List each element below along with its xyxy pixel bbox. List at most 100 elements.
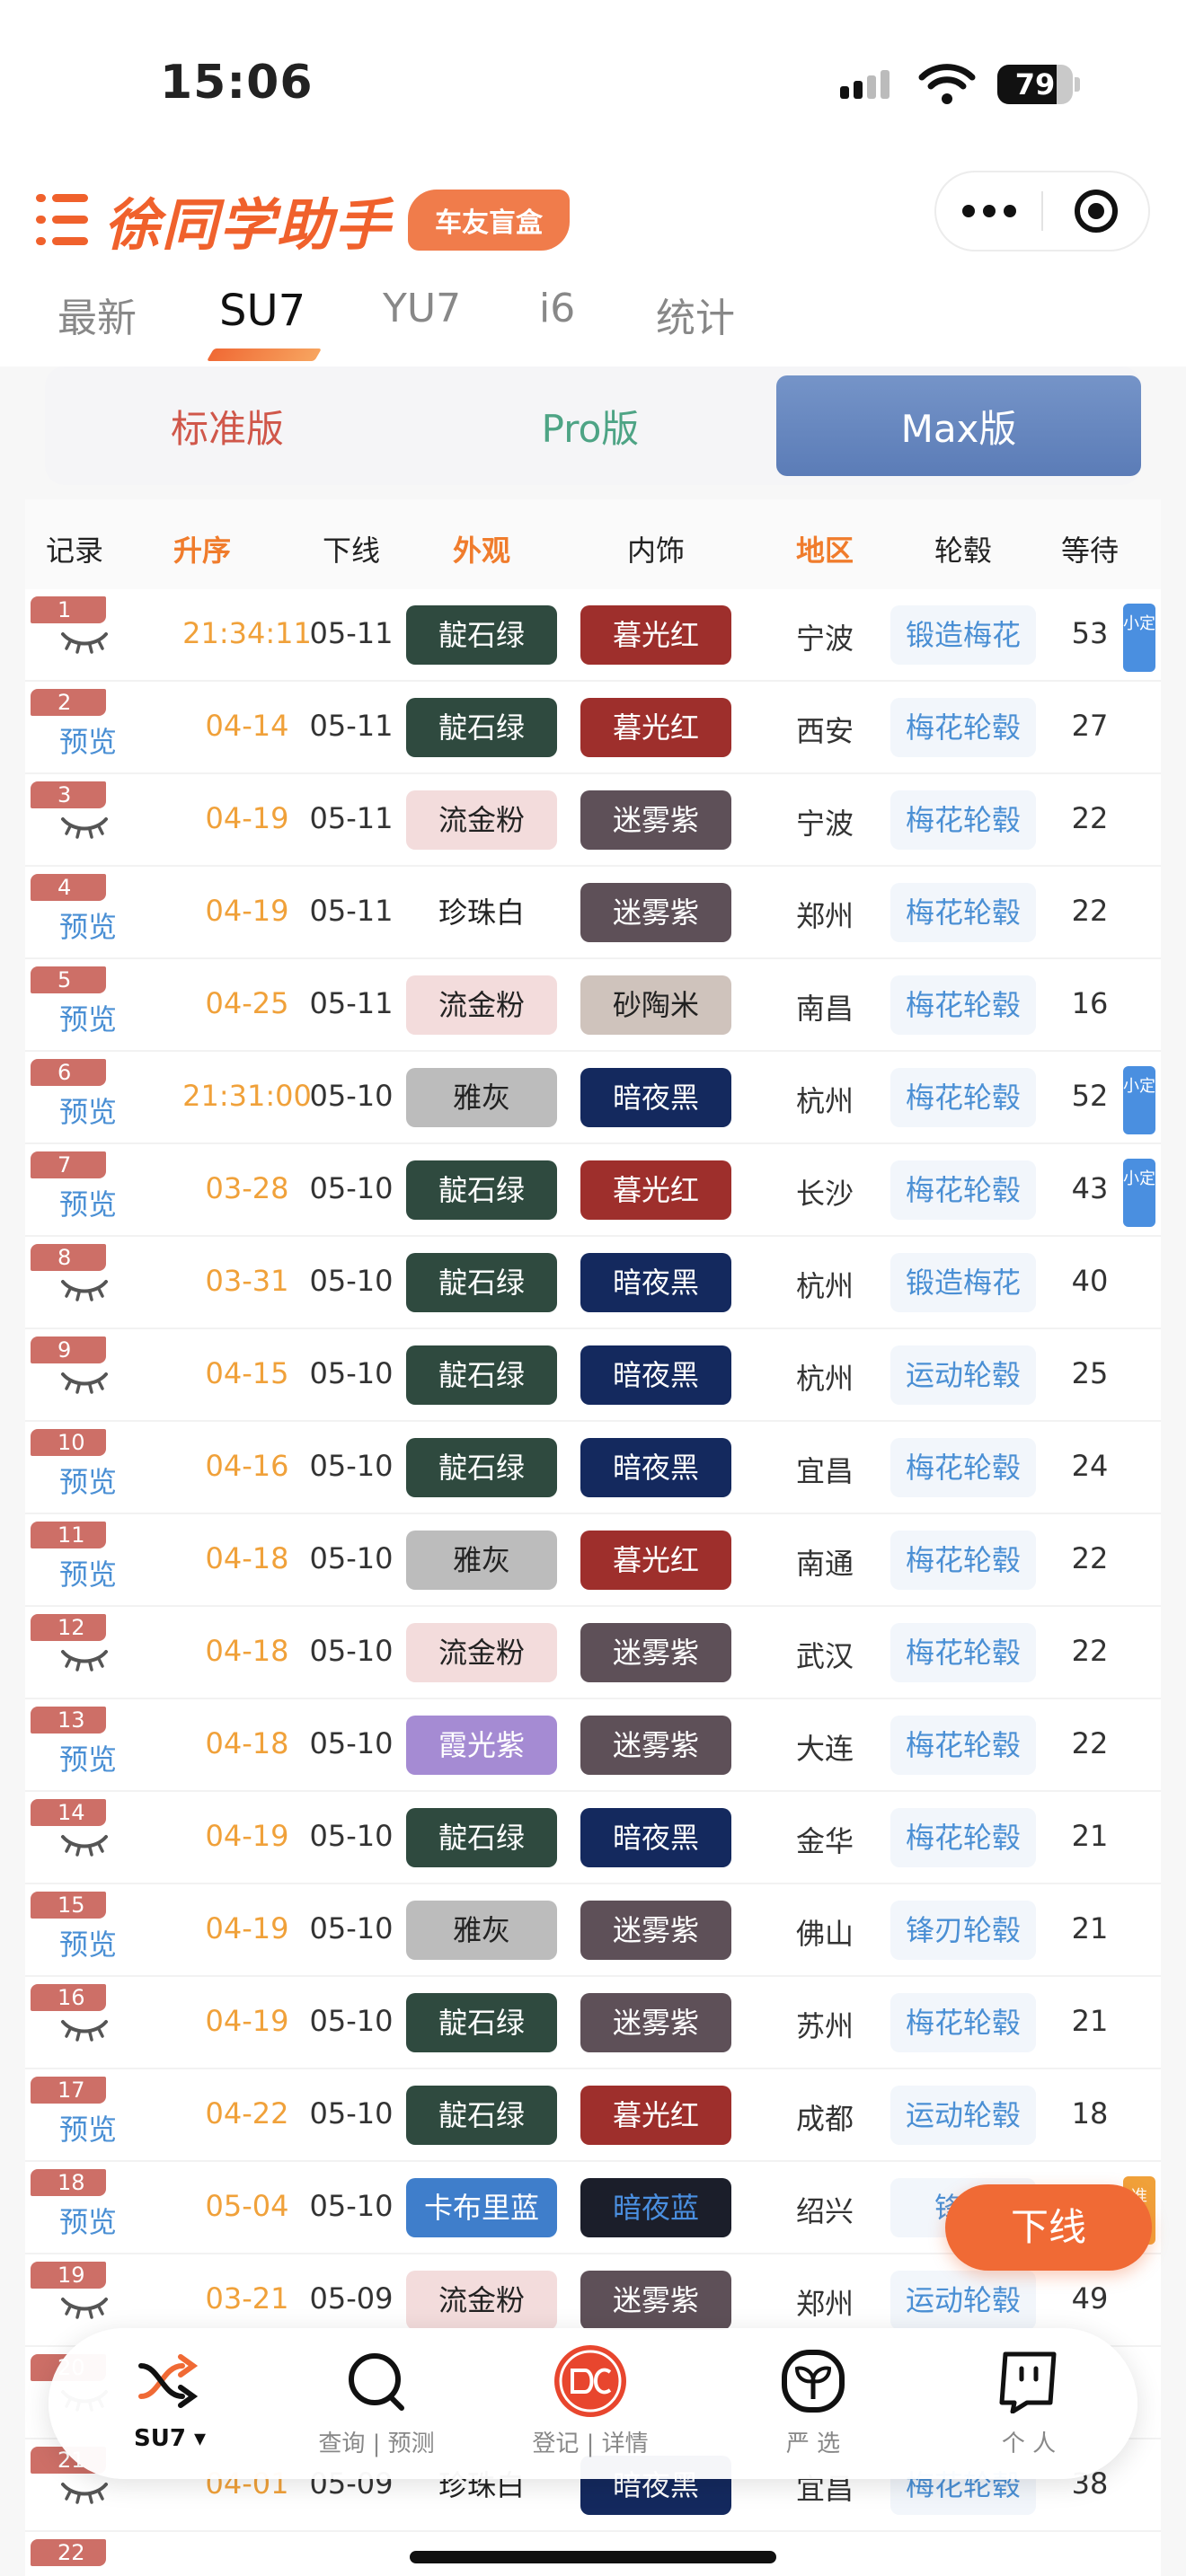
tab-su7[interactable]: SU7	[219, 286, 305, 336]
table-row[interactable]: 6 预览 21:31:00 05-10 雅灰 暗夜黑 杭州 梅花轮毂 52 小定	[25, 1052, 1161, 1144]
table-row[interactable]: 11 预览 04-18 05-10 雅灰 暮光红 南通 梅花轮毂 22	[25, 1514, 1161, 1607]
preview-link[interactable]: 预览	[59, 904, 158, 946]
table-row[interactable]: 9 04-15 05-10 靛石绿 暗夜黑 杭州 运动轮毂 25	[25, 1329, 1161, 1422]
col-wait[interactable]: 等待	[1058, 528, 1121, 569]
wheel-type[interactable]: 梅花轮毂	[890, 1808, 1036, 1867]
nav-query[interactable]: 查询 | 预测	[291, 2344, 462, 2458]
interior-color: 迷雾紫	[580, 2271, 731, 2330]
wait-days: 22	[1071, 894, 1109, 928]
table-row[interactable]: 3 04-19 05-11 流金粉 迷雾紫 宁波 梅花轮毂 22	[25, 774, 1161, 867]
col-sort-asc[interactable]: 升序	[153, 528, 252, 569]
preview-link[interactable]: 预览	[59, 1090, 158, 1131]
table-row[interactable]: 14 04-19 05-10 靛石绿 暗夜黑 金华 梅花轮毂 21	[25, 1792, 1161, 1884]
preview-link[interactable]: 预览	[59, 997, 158, 1038]
preview-link[interactable]: 预览	[59, 1460, 158, 1501]
exterior-color: 流金粉	[406, 790, 557, 850]
interior-color: 暮光红	[580, 1160, 731, 1220]
wheel-type[interactable]: 梅花轮毂	[890, 1438, 1036, 1497]
closed-eye-icon[interactable]	[59, 2477, 158, 2511]
closed-eye-icon[interactable]	[59, 1275, 158, 1309]
preview-link[interactable]: 预览	[59, 1737, 158, 1778]
preview-link[interactable]: 预览	[59, 2107, 158, 2148]
wheel-type[interactable]: 梅花轮毂	[890, 1993, 1036, 2052]
table-row[interactable]: 16 04-19 05-10 靛石绿 迷雾紫 苏州 梅花轮毂 21	[25, 1977, 1161, 2069]
nav-su7-label: SU7 ▾	[133, 2425, 207, 2452]
region: 杭州	[795, 1269, 854, 1303]
table-row[interactable]: 2 预览 04-14 05-11 靛石绿 暮光红 西安 梅花轮毂 27	[25, 682, 1161, 774]
tab-yu7[interactable]: YU7	[383, 286, 461, 331]
wheel-type[interactable]: 梅花轮毂	[890, 1716, 1036, 1775]
offline-date: 05-11	[309, 801, 394, 835]
closed-eye-icon[interactable]	[59, 627, 158, 661]
interior-color: 迷雾紫	[580, 1623, 731, 1682]
wheel-type[interactable]: 锻造梅花	[890, 605, 1036, 665]
wheel-type[interactable]: 梅花轮毂	[890, 1160, 1036, 1220]
wheel-type[interactable]: 运动轮毂	[890, 1345, 1036, 1405]
closed-eye-icon[interactable]	[59, 1830, 158, 1864]
version-standard[interactable]: 标准版	[45, 375, 410, 476]
region: 绍兴	[795, 2194, 854, 2228]
wheel-type[interactable]: 锋刃轮毂	[890, 1901, 1036, 1960]
col-exterior[interactable]: 外观	[406, 528, 557, 569]
table-row[interactable]: 1 21:34:11 05-11 靛石绿 暮光红 宁波 锻造梅花 53 小定	[25, 589, 1161, 682]
wheel-type[interactable]: 梅花轮毂	[890, 1068, 1036, 1127]
table-row[interactable]: 15 预览 04-19 05-10 雅灰 迷雾紫 佛山 锋刃轮毂 21	[25, 1884, 1161, 1977]
wheel-type[interactable]: 运动轮毂	[890, 2086, 1036, 2145]
table-row[interactable]: 7 预览 03-28 05-10 靛石绿 暮光红 长沙 梅花轮毂 43 小定	[25, 1144, 1161, 1237]
row-index: 8	[31, 1244, 106, 1271]
wheel-type[interactable]: 梅花轮毂	[890, 883, 1036, 942]
closed-eye-icon[interactable]	[59, 2292, 158, 2326]
wheel-type[interactable]: 梅花轮毂	[890, 1623, 1036, 1682]
col-offline[interactable]: 下线	[293, 528, 410, 569]
offline-date: 05-10	[309, 2004, 394, 2038]
col-record: 记录	[45, 534, 103, 568]
tab-stats[interactable]: 统计	[656, 286, 735, 343]
region: 郑州	[795, 899, 854, 933]
close-miniprogram-icon[interactable]	[1043, 188, 1148, 234]
col-region[interactable]: 地区	[762, 528, 888, 569]
exterior-color: 流金粉	[406, 2271, 557, 2330]
offline-date: 05-11	[309, 894, 394, 928]
blind-box-badge[interactable]: 车友盲盒	[408, 190, 571, 251]
preview-link[interactable]: 预览	[59, 2200, 158, 2241]
exterior-color: 雅灰	[406, 1531, 557, 1590]
offline-date: 05-10	[309, 1726, 394, 1760]
wheel-type[interactable]: 梅花轮毂	[890, 1531, 1036, 1590]
row-index: 4	[31, 874, 106, 901]
preview-link[interactable]: 预览	[59, 1552, 158, 1593]
wheel-type[interactable]: 梅花轮毂	[890, 698, 1036, 757]
table-row[interactable]: 4 预览 04-19 05-11 珍珠白 迷雾紫 郑州 梅花轮毂 22	[25, 867, 1161, 959]
tab-i6[interactable]: i6	[539, 286, 575, 331]
wheel-type[interactable]: 锻造梅花	[890, 1253, 1036, 1312]
version-max[interactable]: Max版	[776, 375, 1141, 476]
table-row[interactable]: 10 预览 04-16 05-10 靛石绿 暗夜黑 宜昌 梅花轮毂 24	[25, 1422, 1161, 1514]
exterior-color: 靛石绿	[406, 2086, 557, 2145]
col-interior[interactable]: 内饰	[580, 528, 731, 569]
nav-su7[interactable]: SU7 ▾	[84, 2344, 255, 2452]
wheel-type[interactable]: 梅花轮毂	[890, 975, 1036, 1035]
preview-link[interactable]: 预览	[59, 1922, 158, 1963]
table-row[interactable]: 12 04-18 05-10 流金粉 迷雾紫 武汉 梅花轮毂 22	[25, 1607, 1161, 1699]
wheel-type[interactable]: 运动轮毂	[890, 2271, 1036, 2330]
wheel-type[interactable]: 梅花轮毂	[890, 790, 1036, 850]
closed-eye-icon[interactable]	[59, 2015, 158, 2049]
table-row[interactable]: 8 03-31 05-10 靛石绿 暗夜黑 杭州 锻造梅花 40	[25, 1237, 1161, 1329]
table-row[interactable]: 17 预览 04-22 05-10 靛石绿 暮光红 成都 运动轮毂 18	[25, 2069, 1161, 2162]
table-row[interactable]: 5 预览 04-25 05-11 流金粉 砂陶米 南昌 梅花轮毂 16	[25, 959, 1161, 1052]
nav-register[interactable]: 登记 | 详情	[505, 2344, 676, 2458]
closed-eye-icon[interactable]	[59, 1367, 158, 1401]
closed-eye-icon[interactable]	[59, 812, 158, 846]
more-icon[interactable]	[936, 205, 1041, 217]
nav-profile[interactable]: 个 人	[943, 2344, 1114, 2458]
table-row[interactable]: 13 预览 04-18 05-10 霞光紫 迷雾紫 大连 梅花轮毂 22	[25, 1699, 1161, 1792]
preview-link[interactable]: 预览	[59, 1182, 158, 1223]
col-wheel[interactable]: 轮毂	[890, 528, 1036, 569]
preview-link[interactable]: 预览	[59, 719, 158, 761]
tab-latest[interactable]: 最新	[58, 286, 137, 343]
nav-selection[interactable]: 严 选	[728, 2344, 898, 2458]
region: 金华	[795, 1824, 854, 1858]
closed-eye-icon[interactable]	[59, 1645, 158, 1679]
offline-fab-button[interactable]: 下线	[945, 2184, 1152, 2271]
interior-color: 暗夜黑	[580, 1253, 731, 1312]
version-pro[interactable]: Pro版	[408, 375, 773, 476]
